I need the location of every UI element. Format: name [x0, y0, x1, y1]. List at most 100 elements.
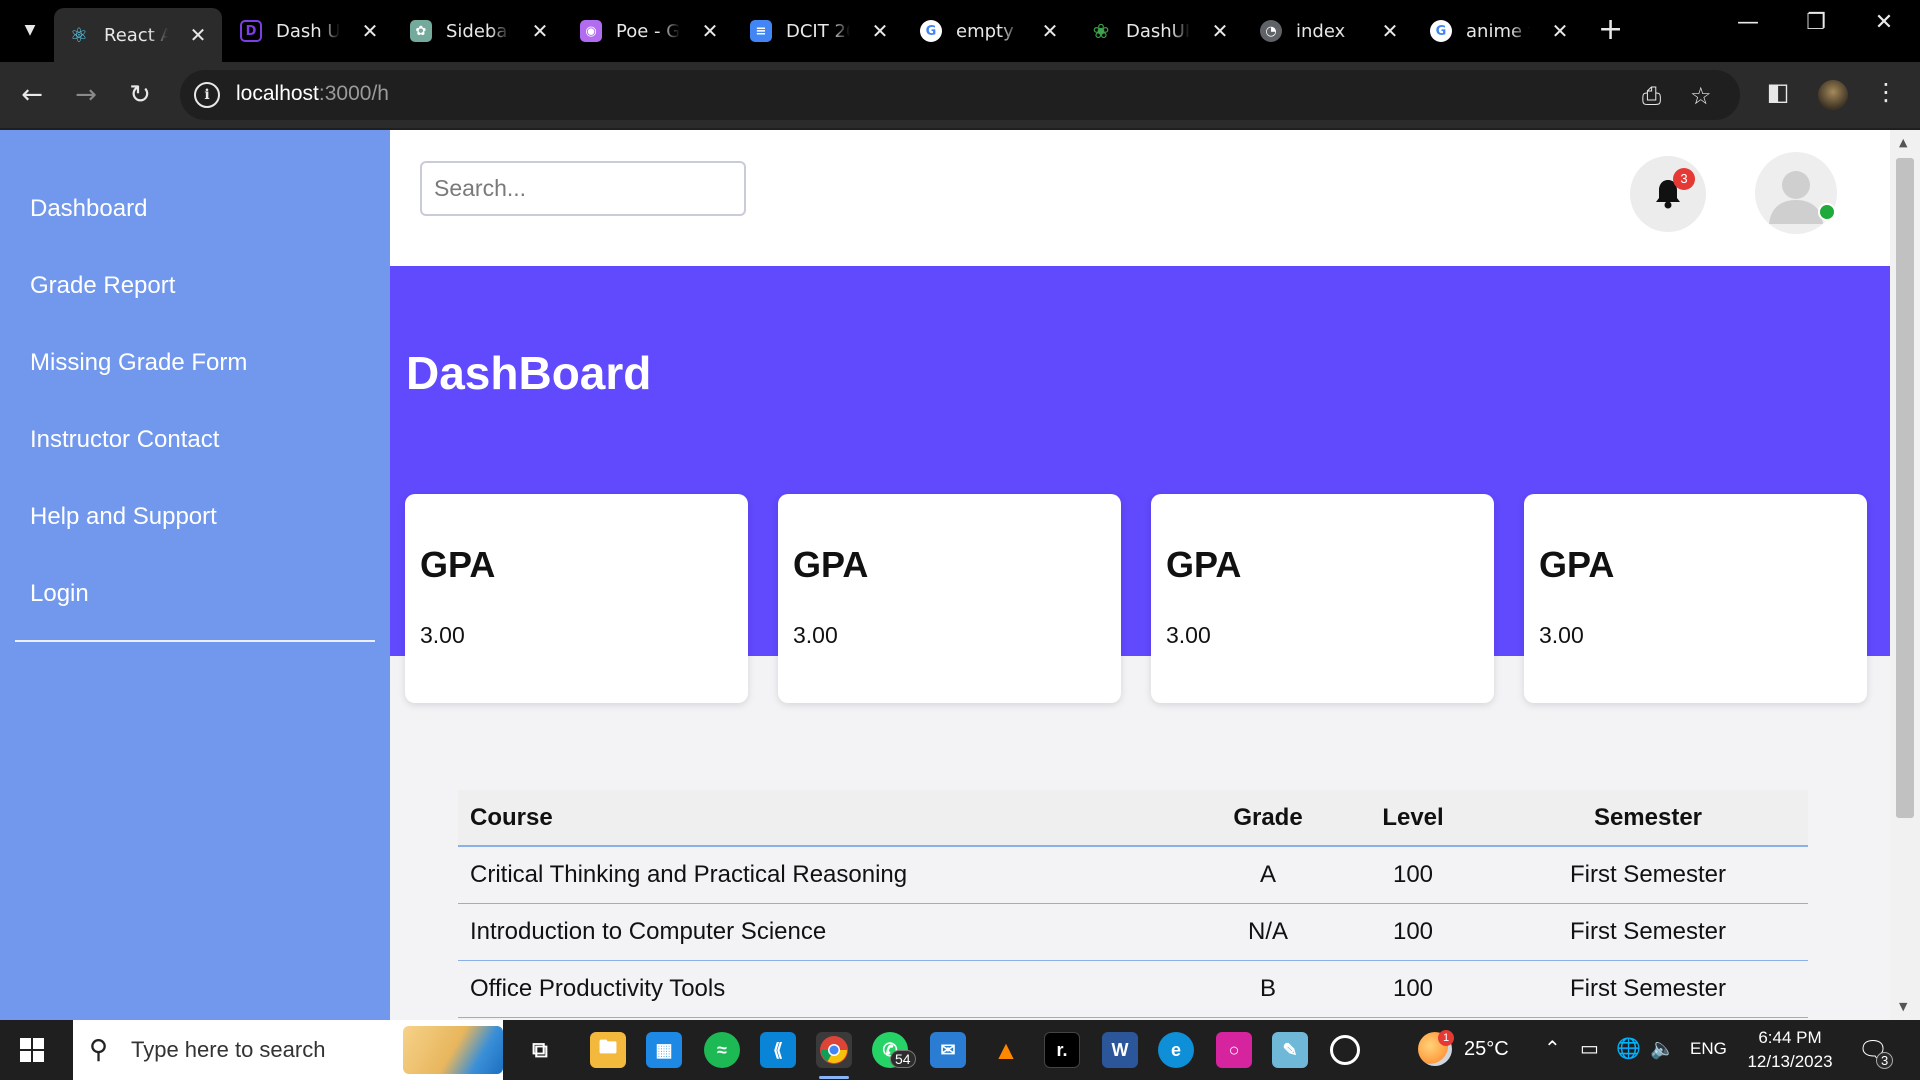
spotify-icon[interactable]: ≈ [704, 1032, 740, 1068]
readwise-r-icon[interactable]: r. [1044, 1032, 1080, 1068]
close-icon[interactable]: ✕ [1208, 19, 1232, 43]
d-logo-icon: D [240, 20, 262, 42]
battery-icon[interactable]: ▭ [1580, 1036, 1599, 1061]
browser-menu-kebab-icon[interactable]: ⋮ [1868, 78, 1904, 106]
close-icon[interactable]: ✕ [1548, 19, 1572, 43]
mail-icon[interactable]: ✉ [930, 1032, 966, 1068]
gpa-card: GPA 3.00 [405, 494, 748, 703]
url-text[interactable]: localhost:3000/h [236, 82, 389, 106]
taskbar-search-box[interactable]: ⚲ Type here to search [73, 1020, 503, 1080]
tab-empty[interactable]: G empty c ✕ [906, 10, 1074, 52]
docs-icon: ≡ [750, 20, 772, 42]
url-host: localhost [236, 82, 319, 105]
gpa-card: GPA 3.00 [1151, 494, 1494, 703]
sidebar-item-instructor-contact[interactable]: Instructor Contact [30, 426, 219, 454]
side-panel-icon[interactable]: ◧ [1760, 78, 1796, 106]
vscode-icon[interactable]: ⟪ [760, 1032, 796, 1068]
reload-icon[interactable]: ↻ [122, 78, 158, 114]
tab-sidebar[interactable]: ✿ Sidebar ✕ [396, 10, 564, 52]
minimize-icon[interactable]: — [1718, 10, 1778, 35]
word-icon[interactable]: W [1102, 1032, 1138, 1068]
bookmark-star-icon[interactable]: ☆ [1690, 82, 1712, 110]
card-title: GPA [420, 544, 496, 585]
sidebar-item-dashboard[interactable]: Dashboard [30, 195, 147, 223]
network-globe-icon[interactable]: 🌐 [1616, 1036, 1641, 1061]
tab-poe[interactable]: ◉ Poe - Gr ✕ [566, 10, 734, 52]
cell-grade: N/A [1198, 903, 1338, 961]
clock[interactable]: 6:44 PM 12/13/2023 [1740, 1026, 1840, 1074]
cell-course: Office Productivity Tools [458, 960, 1198, 1018]
back-arrow-icon[interactable]: ← [14, 78, 50, 114]
sidebar-item-missing-grade-form[interactable]: Missing Grade Form [30, 349, 247, 377]
cell-grade: A [1198, 846, 1338, 904]
tab-react-app[interactable]: ⚛ React Ap ✕ [54, 8, 222, 62]
close-icon[interactable]: ✕ [358, 19, 382, 43]
windows-taskbar: ⚲ Type here to search ⧉ 🖿 ▦ ≈ ⟪ ✆ 54 ✉ ▲… [0, 1020, 1920, 1080]
windows-start-icon[interactable] [20, 1038, 44, 1062]
grades-table-container: Course Grade Level Semester Critical Thi… [458, 790, 1808, 1018]
sidebar-item-help-and-support[interactable]: Help and Support [30, 503, 217, 531]
file-explorer-icon[interactable]: 🖿 [590, 1032, 626, 1068]
card-title: GPA [1539, 544, 1615, 585]
profile-avatar-icon[interactable] [1818, 80, 1848, 110]
install-app-icon[interactable]: ⎙ [1642, 82, 1661, 110]
card-value: 3.00 [1539, 622, 1584, 648]
cell-semester: First Semester [1488, 960, 1808, 1018]
close-icon[interactable]: ✕ [868, 19, 892, 43]
sidebar: Dashboard Grade Report Missing Grade For… [0, 130, 390, 1020]
cell-level: 100 [1338, 960, 1488, 1018]
cell-semester: First Semester [1488, 903, 1808, 961]
app-circle-icon[interactable] [1330, 1035, 1360, 1065]
close-icon[interactable]: ✕ [1038, 19, 1062, 43]
notification-button[interactable] [1630, 156, 1706, 232]
forward-arrow-icon[interactable]: → [68, 78, 104, 114]
task-view-icon[interactable]: ⧉ [522, 1032, 558, 1068]
tab-title: DashUI [1126, 20, 1190, 42]
active-app-indicator [819, 1076, 849, 1079]
tab-dcit[interactable]: ≡ DCIT 20 ✕ [736, 10, 904, 52]
card-value: 3.00 [1166, 622, 1211, 648]
card-value: 3.00 [793, 622, 838, 648]
close-icon[interactable]: ✕ [1378, 19, 1402, 43]
scroll-up-arrow-icon[interactable]: ▲ [1899, 136, 1907, 149]
table-header-row: Course Grade Level Semester [458, 790, 1808, 847]
restore-icon[interactable]: ❐ [1786, 10, 1846, 35]
search-input[interactable] [420, 161, 746, 216]
chatgpt-icon: ✿ [410, 20, 432, 42]
address-bar[interactable]: i localhost:3000/h ⎙ ☆ [180, 70, 1740, 120]
tab-index[interactable]: ◔ index ✕ [1246, 10, 1414, 52]
close-icon[interactable]: ✕ [186, 23, 210, 47]
user-silhouette-icon [1769, 171, 1823, 224]
close-icon[interactable]: ✕ [698, 19, 722, 43]
search-icon: ⚲ [89, 1034, 109, 1064]
microsoft-store-icon[interactable]: ▦ [646, 1032, 682, 1068]
instagram-icon[interactable]: ○ [1216, 1032, 1252, 1068]
sidebar-item-grade-report[interactable]: Grade Report [30, 272, 175, 300]
page-scrollbar[interactable]: ▲ ▼ [1890, 130, 1920, 1020]
tab-dashui[interactable]: ❀ DashUI ✕ [1076, 10, 1244, 52]
sidebar-item-login[interactable]: Login [30, 580, 89, 608]
close-icon[interactable]: ✕ [528, 19, 552, 43]
column-header-level: Level [1338, 790, 1488, 847]
browser-tab-strip: ▼ ⚛ React Ap ✕ D Dash UI ✕ ✿ Sidebar ✕ ◉… [0, 0, 1920, 62]
column-header-grade: Grade [1198, 790, 1338, 847]
notepad-icon[interactable]: ✎ [1272, 1032, 1308, 1068]
temperature[interactable]: 25°C [1464, 1038, 1509, 1061]
tab-anime[interactable]: G anime fa ✕ [1416, 10, 1584, 52]
new-tab-plus-icon[interactable]: + [1598, 14, 1623, 46]
chevron-up-icon[interactable]: ⌃ [1544, 1036, 1561, 1061]
tab-dash-ui[interactable]: D Dash UI ✕ [226, 10, 394, 52]
top-header: 3 [390, 130, 1890, 266]
edge-icon[interactable]: e [1158, 1032, 1194, 1068]
site-info-icon[interactable]: i [194, 82, 220, 108]
language-indicator[interactable]: ENG [1690, 1039, 1727, 1059]
tab-search-chevron-icon[interactable]: ▼ [14, 14, 46, 46]
user-avatar[interactable] [1755, 152, 1837, 234]
window-close-icon[interactable]: ✕ [1854, 10, 1914, 35]
chrome-icon[interactable] [816, 1032, 852, 1068]
scroll-down-arrow-icon[interactable]: ▼ [1899, 1000, 1907, 1013]
scrollbar-thumb[interactable] [1896, 158, 1914, 818]
card-value: 3.00 [420, 622, 465, 648]
vlc-icon[interactable]: ▲ [988, 1032, 1024, 1068]
volume-icon[interactable]: 🔈 [1650, 1036, 1675, 1061]
